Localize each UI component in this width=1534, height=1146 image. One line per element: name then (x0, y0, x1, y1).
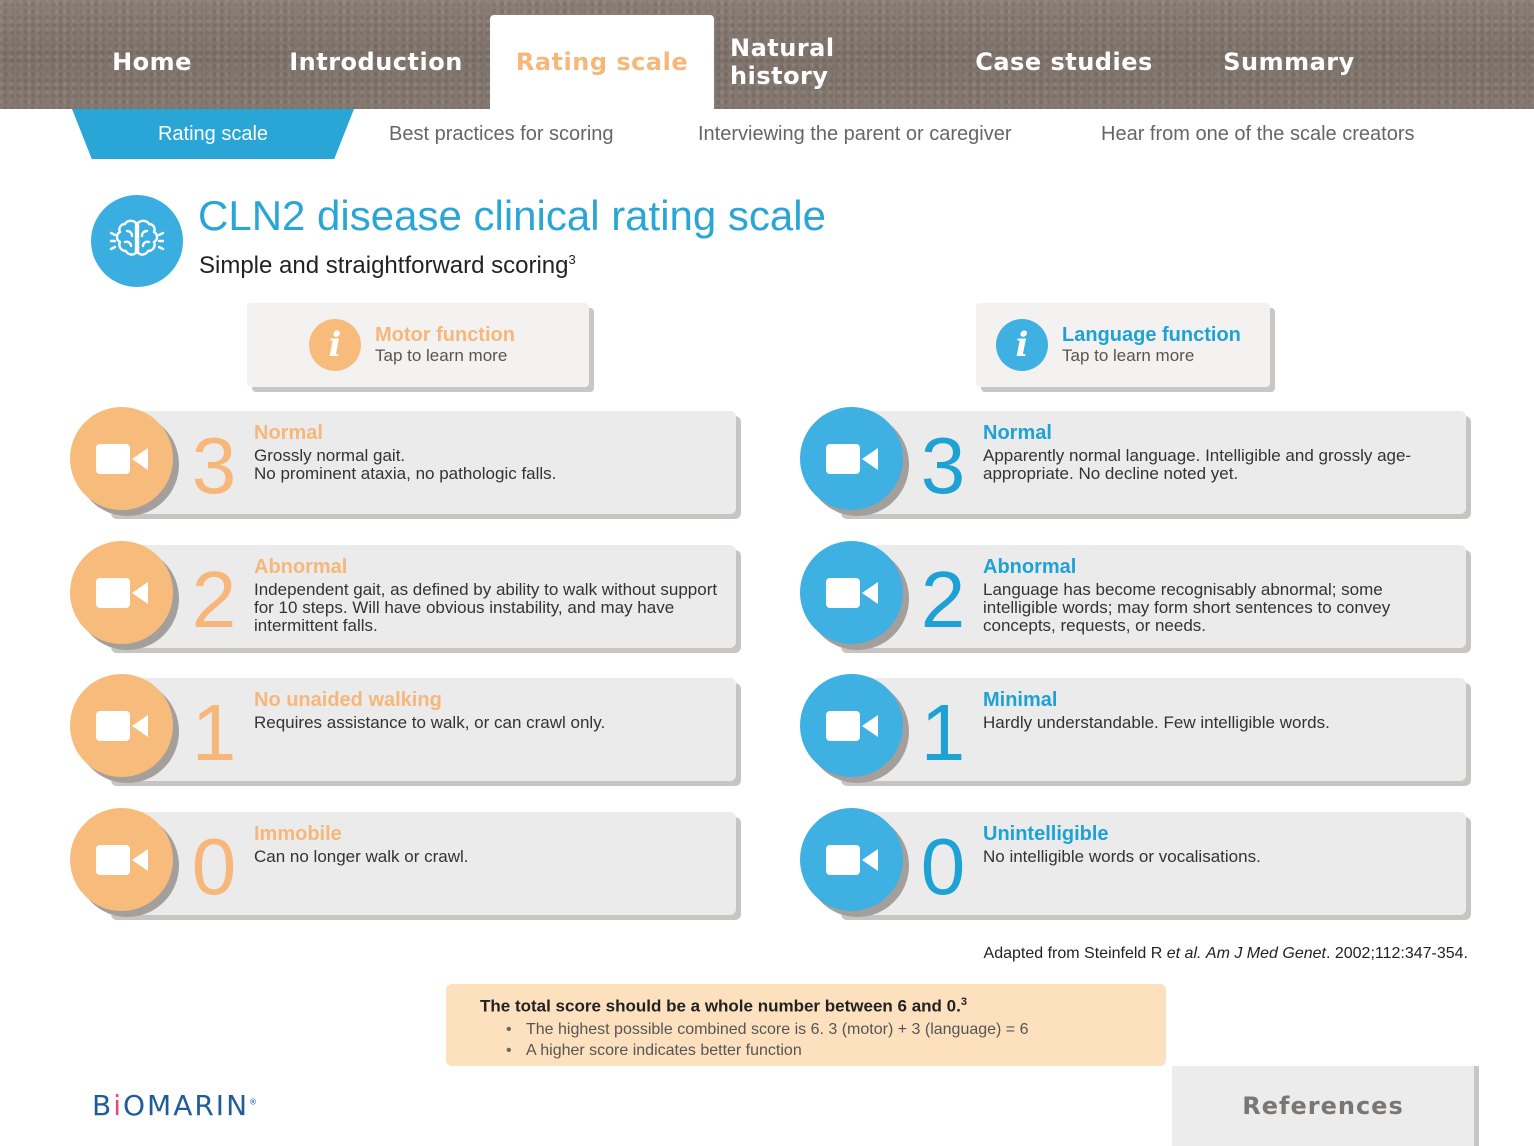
note-heading: The total score should be a whole number… (480, 996, 967, 1016)
brain-icon (91, 195, 183, 287)
video-camera-icon[interactable] (70, 674, 173, 777)
score-description: Independent gait, as defined by ability … (254, 580, 718, 635)
score-number: 1 (920, 688, 966, 777)
score-title: Normal (983, 422, 1052, 444)
motor-info-sub: Tap to learn more (375, 346, 508, 365)
score-description: Language has become recognisably abnorma… (983, 580, 1391, 635)
video-camera-icon[interactable] (800, 808, 903, 911)
video-camera-icon[interactable] (800, 541, 903, 644)
page-title: CLN2 disease clinical rating scale (198, 192, 826, 239)
score-description: Can no longer walk or crawl. (254, 847, 469, 866)
citation: Adapted from Steinfeld R et al. Am J Med… (983, 945, 1468, 962)
language-info-sub: Tap to learn more (1062, 346, 1195, 365)
score-number: 0 (191, 822, 237, 911)
nav-natural-history[interactable]: Natural history (730, 15, 936, 109)
page-subtitle: Simple and straightforward scoring3 (199, 252, 576, 279)
score-title: Minimal (983, 689, 1058, 711)
subtab-scale-creators[interactable]: Hear from one of the scale creators (1101, 109, 1414, 159)
motor-function-info-button[interactable]: i Motor function Tap to learn more (247, 303, 589, 387)
total-score-note: The total score should be a whole number… (446, 984, 1166, 1066)
score-title: Abnormal (254, 556, 348, 578)
score-number: 3 (191, 421, 237, 510)
subtab-rating-scale[interactable]: Rating scale (72, 109, 354, 159)
nav-rating-scale[interactable]: Rating scale (490, 15, 714, 109)
note-bullet: A higher score indicates better function (506, 1040, 1166, 1061)
score-description: Apparently normal language. Intelligible… (983, 446, 1412, 483)
score-description: Requires assistance to walk, or can craw… (254, 713, 606, 732)
motor-info-title: Motor function (375, 324, 515, 346)
nav-summary[interactable]: Summary (1200, 15, 1378, 109)
score-title: No unaided walking (254, 689, 442, 711)
nav-case-studies[interactable]: Case studies (970, 15, 1158, 109)
score-description: Grossly normal gait. No prominent ataxia… (254, 446, 557, 483)
subtab-interviewing[interactable]: Interviewing the parent or caregiver (698, 109, 1012, 159)
score-description: Hardly understandable. Few intelligible … (983, 713, 1330, 732)
score-description: No intelligible words or vocalisations. (983, 847, 1261, 866)
references-button[interactable]: References (1172, 1066, 1474, 1146)
subtitle-reference: 3 (568, 252, 576, 267)
score-number: 0 (920, 822, 966, 911)
score-title: Unintelligible (983, 823, 1109, 845)
video-camera-icon[interactable] (70, 808, 173, 911)
score-number: 3 (920, 421, 966, 510)
subtab-best-practices[interactable]: Best practices for scoring (389, 109, 614, 159)
score-number: 1 (191, 688, 237, 777)
nav-home[interactable]: Home (70, 15, 234, 109)
info-icon: i (309, 319, 361, 371)
video-camera-icon[interactable] (70, 407, 173, 510)
note-bullets: The highest possible combined score is 6… (506, 1019, 1166, 1061)
score-number: 2 (920, 555, 966, 644)
info-icon: i (996, 319, 1048, 371)
language-info-title: Language function (1062, 324, 1241, 346)
biomarin-logo: BiOMARIN® (92, 1089, 258, 1122)
nav-introduction[interactable]: Introduction (280, 15, 472, 109)
score-title: Normal (254, 422, 323, 444)
video-camera-icon[interactable] (800, 407, 903, 510)
score-number: 2 (191, 555, 237, 644)
video-camera-icon[interactable] (800, 674, 903, 777)
note-bullet: The highest possible combined score is 6… (506, 1019, 1166, 1040)
score-title: Immobile (254, 823, 342, 845)
language-function-info-button[interactable]: i Language function Tap to learn more (976, 303, 1270, 387)
video-camera-icon[interactable] (70, 541, 173, 644)
score-title: Abnormal (983, 556, 1077, 578)
